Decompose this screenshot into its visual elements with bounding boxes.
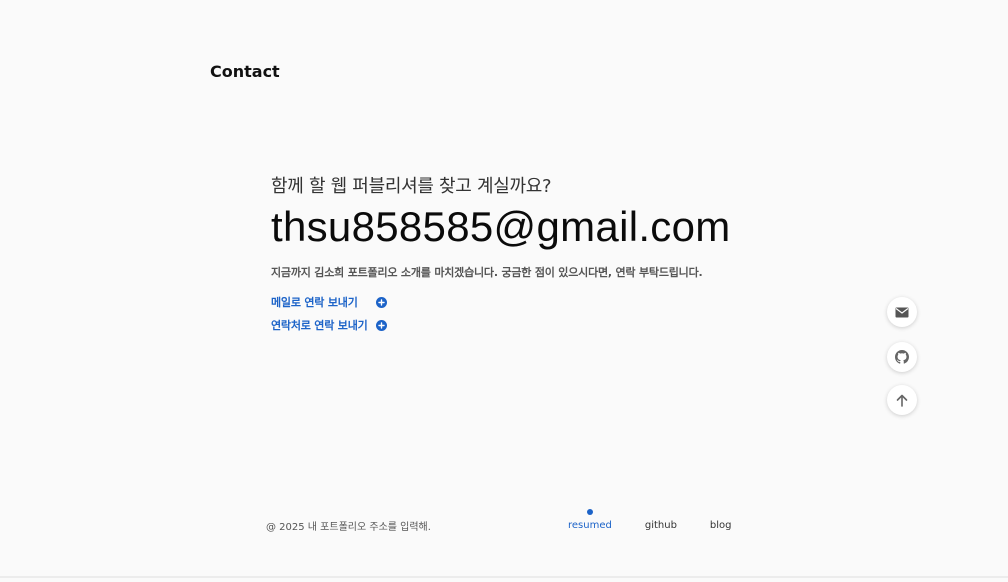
github-icon xyxy=(895,350,909,364)
mail-icon xyxy=(895,307,909,317)
copyright: @ 2025 내 포트폴리오 주소를 입력해. xyxy=(266,522,431,533)
contact-email: thsu858585@gmail.com xyxy=(271,203,731,250)
contact-description: 지금까지 김소희 포트폴리오 소개를 마치겠습니다. 궁금한 점이 있으시다면,… xyxy=(271,266,703,279)
send-mail-label: 메일로 연락 보내기 xyxy=(271,296,358,309)
footer-link-blog[interactable]: blog xyxy=(710,520,732,531)
send-phone-link[interactable]: 연락처로 연락 보내기 xyxy=(271,317,387,333)
footer-nav: resumed github blog xyxy=(568,509,732,531)
mail-button[interactable] xyxy=(887,297,917,327)
send-mail-link[interactable]: 메일로 연락 보내기 xyxy=(271,294,387,310)
scroll-top-button[interactable] xyxy=(887,385,917,415)
footer-link-github[interactable]: github xyxy=(645,520,677,531)
bottom-divider xyxy=(0,576,1008,578)
arrow-up-icon xyxy=(896,394,908,407)
footer-link-resumed[interactable]: resumed xyxy=(568,509,612,531)
github-button[interactable] xyxy=(887,342,917,372)
send-phone-label: 연락처로 연락 보내기 xyxy=(271,319,368,332)
plus-circle-icon xyxy=(375,296,387,308)
footer-link-label: resumed xyxy=(568,520,612,531)
section-title: Contact xyxy=(210,62,280,81)
active-indicator-dot xyxy=(586,509,593,515)
contact-question: 함께 할 웹 퍼블리셔를 찾고 계실까요? xyxy=(271,176,552,197)
plus-circle-icon xyxy=(375,319,387,331)
